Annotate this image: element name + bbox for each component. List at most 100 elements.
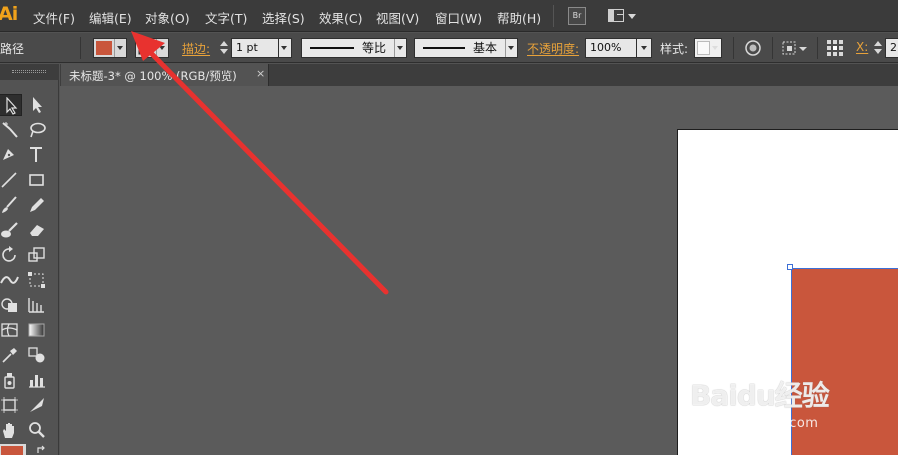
pen-tool[interactable] — [0, 144, 22, 166]
x-coordinate-field[interactable]: 2 — [885, 38, 898, 58]
style-label: 样式: — [660, 42, 689, 56]
menu-file[interactable]: 文件(F) — [33, 8, 75, 27]
rotate-tool[interactable] — [0, 244, 22, 266]
selection-anchor-point[interactable] — [787, 264, 793, 270]
stroke-weight-dropdown[interactable] — [278, 38, 292, 58]
menu-view[interactable]: 视图(V) — [376, 8, 419, 27]
blob-brush-tool[interactable] — [0, 219, 22, 241]
eraser-icon — [30, 225, 44, 236]
slice-knife-icon — [30, 398, 44, 412]
line-icon — [1, 172, 17, 188]
blob-brush-icon — [1, 222, 18, 238]
fill-stroke-indicator[interactable] — [0, 444, 26, 455]
opacity-dropdown[interactable] — [636, 38, 652, 58]
watermark-main-text: Baidu经验 — [690, 379, 830, 412]
pen-nib-icon — [3, 149, 14, 160]
line-segment-tool[interactable] — [0, 169, 22, 191]
direct-selection-tool[interactable] — [25, 94, 49, 116]
menu-divider — [553, 5, 554, 27]
chevron-down-icon — [117, 46, 123, 50]
magic-wand-tool[interactable] — [0, 119, 22, 141]
document-tab-bar: 未标题-3* @ 100% (RGB/预览) × — [60, 64, 898, 86]
pencil-tool[interactable] — [25, 194, 49, 216]
reference-point-button[interactable] — [826, 39, 844, 57]
tools-panel-header[interactable] — [0, 64, 59, 80]
graphic-style-dropdown[interactable] — [694, 38, 722, 58]
symbol-sprayer-icon — [4, 373, 15, 389]
shape-builder-tool[interactable] — [0, 294, 22, 316]
swap-arrows-icon — [37, 445, 45, 453]
paintbrush-tool[interactable] — [0, 194, 22, 216]
eyedropper-tool[interactable] — [0, 344, 22, 366]
reference-point-icon — [827, 40, 843, 56]
bridge-button[interactable]: Br — [568, 7, 586, 25]
document-tab-title: 未标题-3* @ 100% (RGB/预览) — [69, 69, 237, 83]
blend-tool[interactable] — [25, 344, 49, 366]
symbol-sprayer-tool[interactable] — [0, 369, 22, 391]
artboard-tool[interactable] — [0, 394, 22, 416]
perspective-grid-tool[interactable] — [25, 294, 49, 316]
menu-select[interactable]: 选择(S) — [262, 8, 305, 27]
eraser-tool[interactable] — [25, 219, 49, 241]
workspace-switcher-button[interactable] — [607, 6, 636, 26]
line-profile-icon — [423, 47, 465, 49]
swap-fill-stroke-button[interactable] — [36, 444, 48, 454]
scale-tool[interactable] — [25, 244, 49, 266]
paintbrush-icon — [2, 196, 17, 213]
selection-tool[interactable] — [0, 94, 22, 116]
fill-swatch — [96, 41, 112, 55]
chevron-down-icon — [397, 46, 403, 50]
rectangle-icon — [29, 174, 44, 186]
shape-builder-icon — [1, 298, 17, 312]
control-divider — [80, 37, 81, 59]
color-wheel-icon — [745, 40, 761, 56]
perspective-grid-icon — [28, 298, 44, 313]
fill-color-dropdown[interactable] — [93, 38, 127, 58]
mesh-tool[interactable] — [0, 319, 22, 341]
document-tab[interactable]: 未标题-3* @ 100% (RGB/预览) × — [61, 64, 269, 86]
chevron-down-icon — [159, 46, 165, 50]
variable-width-profile-dropdown[interactable]: 等比 — [301, 38, 407, 58]
chevron-down-icon — [712, 46, 718, 50]
rectangle-tool[interactable] — [25, 169, 49, 191]
rotate-icon — [2, 246, 16, 262]
align-dropdown-button[interactable] — [781, 39, 811, 57]
recolor-artwork-button[interactable] — [744, 39, 762, 57]
close-icon[interactable]: × — [256, 67, 265, 80]
control-divider — [817, 37, 818, 59]
magic-wand-icon — [2, 122, 18, 138]
gradient-tool[interactable] — [25, 319, 49, 341]
width-icon — [0, 276, 19, 284]
column-graph-tool[interactable] — [25, 369, 49, 391]
watermark: Baidu经验 jingyan.baidu.com — [690, 374, 830, 431]
menu-effect[interactable]: 效果(C) — [319, 8, 362, 27]
free-transform-tool[interactable] — [25, 269, 49, 291]
brush-definition-dropdown[interactable]: 基本 — [414, 38, 518, 58]
gradient-icon — [28, 323, 45, 337]
menu-window[interactable]: 窗口(W) — [435, 8, 482, 27]
x-coordinate-label[interactable]: X: — [856, 40, 868, 54]
slice-tool[interactable] — [25, 394, 49, 416]
chevron-down-icon — [641, 46, 647, 50]
stroke-none-icon — [138, 41, 152, 55]
stroke-weight-stepper[interactable] — [218, 38, 230, 58]
menu-type[interactable]: 文字(T) — [205, 8, 247, 27]
menu-edit[interactable]: 编辑(E) — [89, 8, 132, 27]
stroke-label[interactable]: 描边: — [182, 40, 210, 57]
stroke-weight-field[interactable]: 1 pt — [231, 38, 279, 58]
zoom-tool[interactable] — [25, 419, 49, 441]
chevron-down-icon — [628, 14, 636, 19]
align-icon — [782, 41, 807, 55]
width-tool[interactable] — [0, 269, 22, 291]
stroke-color-dropdown[interactable] — [135, 38, 169, 58]
type-tool[interactable] — [25, 144, 49, 166]
lasso-tool[interactable] — [25, 119, 49, 141]
hand-tool[interactable] — [0, 419, 22, 441]
x-coordinate-stepper[interactable] — [872, 38, 884, 58]
menu-help[interactable]: 帮助(H) — [497, 8, 541, 27]
opacity-field[interactable]: 100% — [585, 38, 637, 58]
line-profile-icon — [310, 47, 354, 49]
opacity-label[interactable]: 不透明度: — [527, 40, 579, 57]
menu-bar: Ai 文件(F) 编辑(E) 对象(O) 文字(T) 选择(S) 效果(C) 视… — [0, 0, 898, 32]
menu-object[interactable]: 对象(O) — [145, 8, 190, 27]
